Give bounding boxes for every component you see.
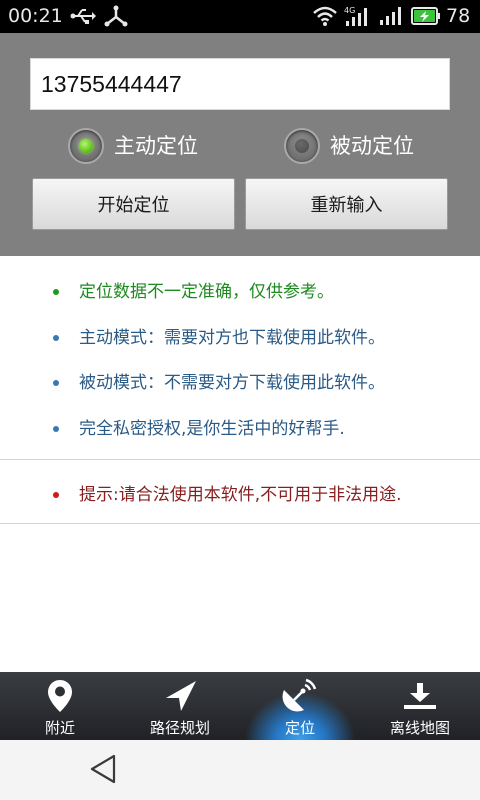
wifi-icon (313, 6, 337, 30)
bullet-dot (53, 492, 59, 498)
radio-unselected-dot (295, 139, 309, 153)
navigation-arrow-icon (120, 678, 240, 714)
download-icon (360, 678, 480, 714)
bullet-dot (53, 380, 59, 386)
location-pin-icon (0, 678, 120, 714)
bullet-dot (53, 335, 59, 341)
re-enter-button[interactable]: 重新输入 (245, 178, 448, 230)
navigation-bar (0, 740, 480, 800)
info-item-notice: 提示:请合法使用本软件,不可用于非法用途. (0, 480, 480, 510)
battery-level: 78 (446, 5, 471, 27)
info-item-privacy: 完全私密授权,是你生活中的好帮手. (0, 414, 480, 444)
battery-icon (411, 7, 441, 29)
phone-number-input[interactable] (30, 58, 450, 110)
tab-route-planning[interactable]: 路径规划 (120, 672, 240, 740)
signal-icon (378, 6, 404, 30)
tab-label: 附近 (44, 719, 75, 737)
info-item-text: 主动模式：需要对方也下载使用此软件。 (79, 328, 385, 348)
divider (0, 523, 480, 524)
bullet-dot (53, 289, 59, 295)
tab-nearby[interactable]: 附近 (0, 672, 120, 740)
radio-selected-dot (79, 139, 93, 153)
debug-icon (104, 5, 128, 31)
info-item-accuracy: 定位数据不一定准确，仅供参考。 (0, 277, 480, 307)
usb-icon (70, 8, 96, 28)
radio-passive-locate[interactable]: 被动定位 (284, 124, 414, 168)
status-bar: 00:21 4G 78 (0, 0, 480, 33)
tab-locate[interactable]: 定位 (240, 672, 360, 740)
tab-label: 离线地图 (389, 719, 450, 737)
bottom-tab-bar: 附近 路径规划 定位 离线地图 (0, 672, 480, 740)
info-item-active-mode: 主动模式：需要对方也下载使用此软件。 (0, 323, 480, 353)
info-item-text: 定位数据不一定准确，仅供参考。 (79, 282, 334, 302)
locate-mode-radio-group: 主动定位 被动定位 (0, 124, 480, 168)
bullet-dot (53, 426, 59, 432)
signal-4g-icon: 4G (344, 5, 370, 31)
radio-button-checked[interactable] (68, 128, 104, 164)
status-time: 00:21 (8, 5, 63, 27)
info-item-text: 完全私密授权,是你生活中的好帮手. (79, 419, 345, 439)
radio-button-unchecked[interactable] (284, 128, 320, 164)
notice-text: 提示:请合法使用本软件,不可用于非法用途. (79, 485, 402, 505)
radio-active-locate[interactable]: 主动定位 (68, 124, 198, 168)
back-icon[interactable] (88, 753, 118, 789)
svg-text:4G: 4G (344, 6, 355, 15)
tab-label: 定位 (284, 719, 315, 737)
satellite-dish-icon (240, 678, 360, 714)
start-locate-button[interactable]: 开始定位 (32, 178, 235, 230)
divider (0, 459, 480, 460)
radio-passive-label: 被动定位 (330, 134, 414, 158)
tab-offline-map[interactable]: 离线地图 (360, 672, 480, 740)
info-item-passive-mode: 被动模式：不需要对方下载使用此软件。 (0, 368, 480, 398)
info-item-text: 被动模式：不需要对方下载使用此软件。 (79, 373, 385, 393)
radio-active-label: 主动定位 (114, 134, 198, 158)
control-panel: 主动定位 被动定位 开始定位 重新输入 (0, 33, 480, 256)
tab-label: 路径规划 (149, 719, 210, 737)
